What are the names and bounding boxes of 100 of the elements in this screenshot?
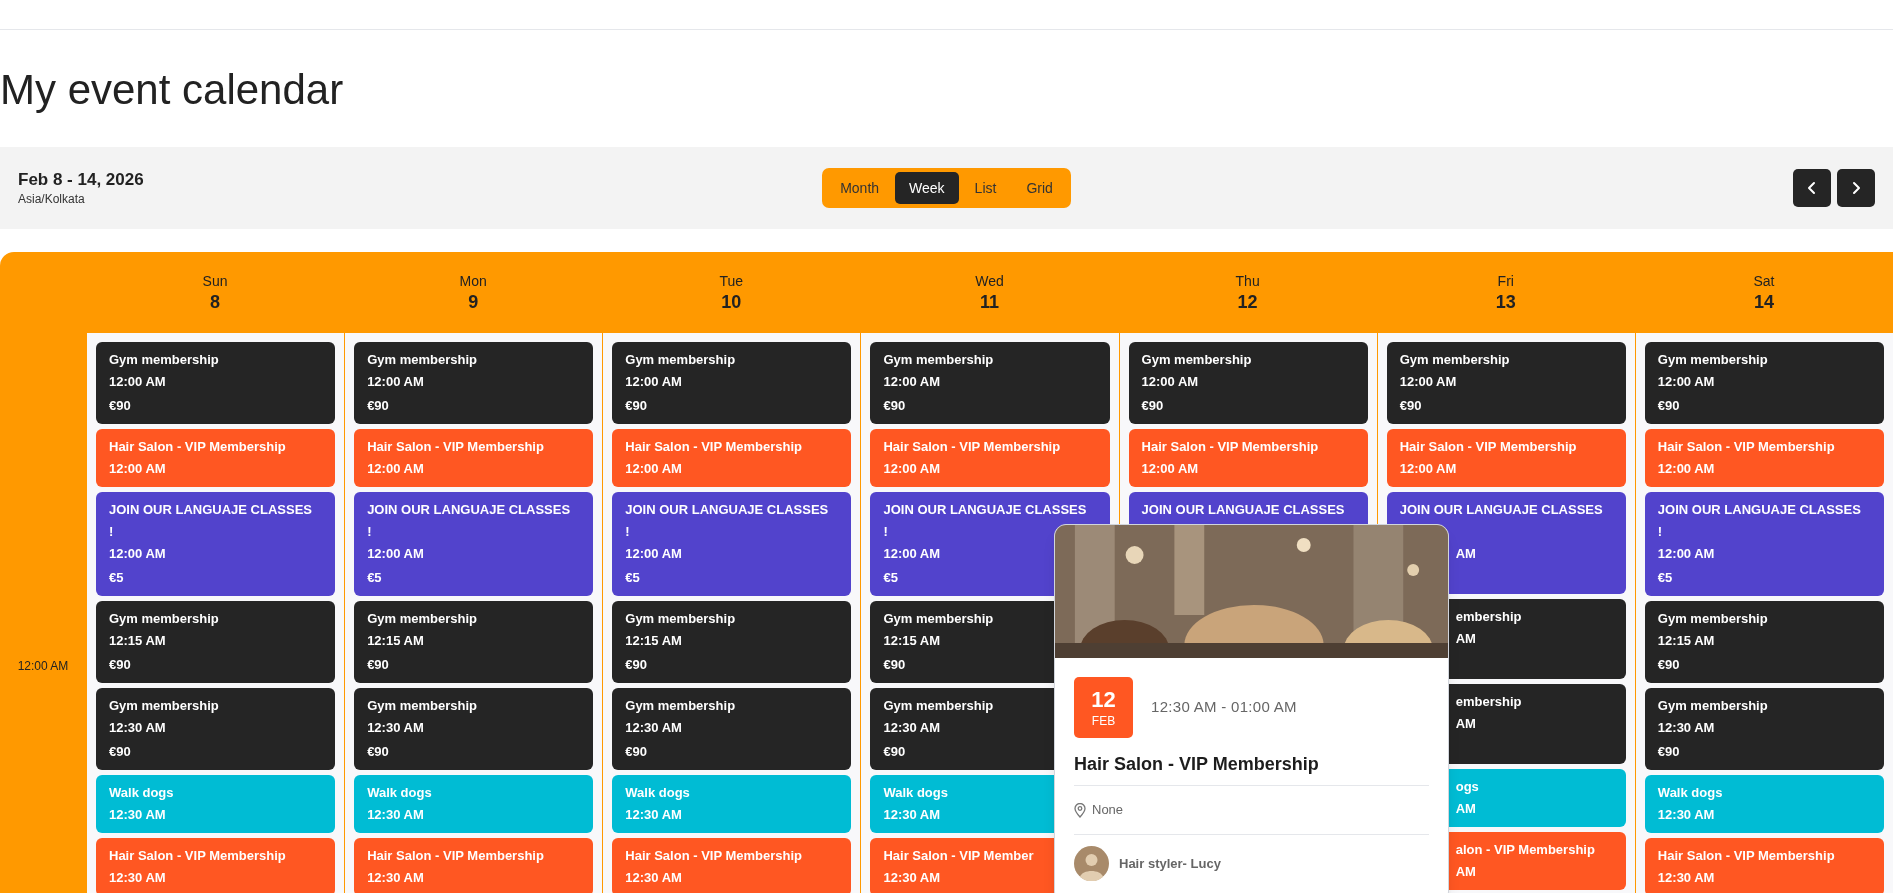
event-card[interactable]: JOIN OUR LANGUAJE CLASSES ! 12:00 AM €5 [612, 492, 852, 596]
event-price: €90 [883, 397, 906, 415]
event-title: Walk dogs [109, 784, 174, 802]
chevron-left-icon [1807, 181, 1817, 195]
event-title: Gym membership [109, 697, 219, 715]
event-price: €90 [1657, 397, 1680, 415]
event-time: 12:00 AM [367, 545, 424, 563]
event-title: Gym membership [625, 697, 736, 715]
view-tab[interactable]: Grid [1012, 172, 1067, 204]
event-card[interactable]: Gym membership 12:00 AM €90 [612, 342, 852, 424]
event-card[interactable]: Gym membership 12:30 AM €90 [96, 688, 336, 770]
avatar [1074, 846, 1109, 881]
event-card[interactable]: Gym membership 12:30 AM €90 [612, 688, 852, 770]
weekday-label: Sun [202, 271, 228, 290]
event-title: Gym membership [625, 610, 736, 628]
event-price: €5 [367, 569, 382, 587]
event-card[interactable]: Gym membership 12:00 AM €90 [870, 342, 1110, 424]
location-pin-icon [1074, 802, 1086, 818]
event-card[interactable]: Gym membership 12:15 AM €90 [612, 601, 852, 683]
event-title: embership [1455, 608, 1522, 626]
event-time: AM [1455, 545, 1476, 563]
date-label: 14 [1753, 290, 1774, 314]
event-title: embership [1455, 693, 1522, 711]
event-title: Gym membership [367, 697, 477, 715]
event-time: 12:00 AM [1657, 545, 1715, 563]
event-time: 12:00 AM [883, 373, 941, 391]
event-price: €90 [367, 743, 389, 761]
view-tab[interactable]: Month [826, 172, 894, 204]
event-price: €90 [109, 743, 131, 761]
event-card[interactable]: Gym membership 12:00 AM €90 [1386, 342, 1626, 424]
event-price: €90 [1141, 397, 1164, 415]
event-price: €90 [367, 656, 389, 674]
event-title: Gym membership [367, 610, 477, 628]
event-time: 12:00 AM [1657, 460, 1715, 478]
event-price: €90 [109, 656, 131, 674]
event-time: 12:30 AM [1657, 719, 1715, 737]
event-price: €90 [625, 743, 647, 761]
event-card[interactable]: JOIN OUR LANGUAJE CLASSES ! 12:00 AM €5 [354, 492, 594, 596]
event-time: 12:30 AM [883, 869, 941, 887]
weekday-label: Tue [719, 271, 744, 290]
weekday-label: Thu [1235, 271, 1260, 290]
event-time: 12:30 AM [883, 719, 941, 737]
event-title: alon - VIP Membership [1455, 841, 1595, 859]
event-time: 12:15 AM [883, 632, 941, 650]
next-button[interactable] [1837, 169, 1875, 207]
event-card[interactable]: Gym membership 12:15 AM €90 [1644, 601, 1884, 683]
event-card[interactable]: Gym membership 12:00 AM €90 [354, 342, 594, 424]
event-time: 12:30 AM [1657, 806, 1715, 824]
event-title: JOIN OUR LANGUAJE CLASSES [1141, 501, 1345, 519]
event-time: 12:00 AM [625, 373, 682, 391]
event-time: 12:30 AM [109, 806, 166, 824]
view-tab[interactable]: Week [895, 172, 959, 204]
event-card[interactable]: Gym membership 12:30 AM €90 [354, 688, 594, 770]
event-card[interactable]: Gym membership 12:15 AM €90 [354, 601, 594, 683]
event-title: Walk dogs [367, 784, 432, 802]
previous-button[interactable] [1793, 169, 1831, 207]
date-range: Feb 8 - 14, 2026 [18, 169, 144, 191]
event-title: Gym membership [109, 610, 219, 628]
event-title: Gym membership [625, 351, 736, 369]
date-label: 12 [1237, 290, 1258, 314]
event-time: 12:30 AM [625, 806, 682, 824]
chevron-right-icon [1851, 181, 1861, 195]
event-title: Hair Salon - VIP Membership [109, 847, 286, 865]
event-card[interactable]: JOIN OUR LANGUAJE CLASSES ! 12:00 AM €5 [96, 492, 336, 596]
event-title: Hair Salon - VIP Membership [1141, 438, 1319, 456]
event-price: €90 [367, 397, 389, 415]
event-price: €5 [625, 569, 640, 587]
date-label: 9 [468, 290, 479, 314]
event-card[interactable]: Gym membership 12:00 AM €90 [1128, 342, 1368, 424]
event-title: Gym membership [883, 610, 994, 628]
event-time: 12:00 AM [109, 460, 166, 478]
event-time: 12:00 AM [109, 545, 166, 563]
view-tab[interactable]: List [960, 172, 1011, 204]
event-card[interactable]: Gym membership 12:00 AM €90 [1644, 342, 1884, 424]
weekday-label: Fri [1497, 271, 1514, 290]
event-title: Hair Salon - VIP Membership [1657, 438, 1835, 456]
event-title: Hair Salon - VIP Membership [883, 438, 1061, 456]
event-title: Gym membership [367, 351, 477, 369]
event-time: 12:00 AM [1141, 460, 1199, 478]
event-price: €5 [109, 569, 124, 587]
event-title: Gym membership [1399, 351, 1510, 369]
weekday-label: Mon [459, 271, 487, 290]
event-card[interactable]: JOIN OUR LANGUAJE CLASSES ! 12:00 AM €5 [1644, 492, 1884, 596]
event-time: 12:00 AM [883, 545, 941, 563]
event-time: 12:15 AM [109, 632, 166, 650]
event-title: Gym membership [1657, 351, 1768, 369]
event-time: 12:00 AM [367, 373, 424, 391]
event-price: €90 [1399, 397, 1422, 415]
event-card[interactable]: Gym membership 12:00 AM €90 [96, 342, 336, 424]
date-label: 13 [1495, 290, 1516, 314]
event-title: Hair Salon - VIP Membership [367, 847, 544, 865]
time-label: 12:00 AM [17, 658, 69, 674]
event-card[interactable]: Gym membership 12:15 AM €90 [96, 601, 336, 683]
event-time: 12:30 AM [625, 869, 682, 887]
event-card[interactable]: Gym membership 12:30 AM €90 [1644, 688, 1884, 770]
event-time: 12:30 AM [367, 719, 424, 737]
event-price: €90 [1657, 656, 1680, 674]
event-time: AM [1455, 863, 1476, 881]
event-time: 12:15 AM [625, 632, 682, 650]
event-title: Gym membership [1657, 697, 1768, 715]
